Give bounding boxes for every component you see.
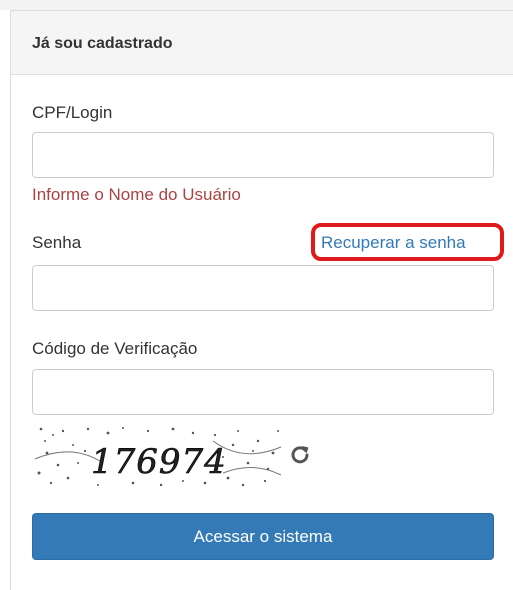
login-panel: Já sou cadastrado CPF/Login Informe o No… [10,10,513,590]
cpf-login-label: CPF/Login [32,103,113,122]
verification-code-label: Código de Verificação [32,339,198,358]
cpf-login-input[interactable] [32,132,494,178]
login-error-message: Informe o Nome do Usuário [32,185,241,204]
highlight-annotation [311,223,504,261]
captcha-text: 176974 [91,442,227,482]
top-band [0,0,513,10]
password-input[interactable] [32,265,494,311]
panel-title: Já sou cadastrado [32,35,173,52]
password-label: Senha [32,233,82,252]
panel-heading: Já sou cadastrado [11,11,513,75]
refresh-icon[interactable] [289,443,311,465]
verification-code-input[interactable] [32,369,494,415]
captcha-image: 176974 [33,423,283,491]
access-system-button[interactable]: Acessar o sistema [32,513,494,560]
